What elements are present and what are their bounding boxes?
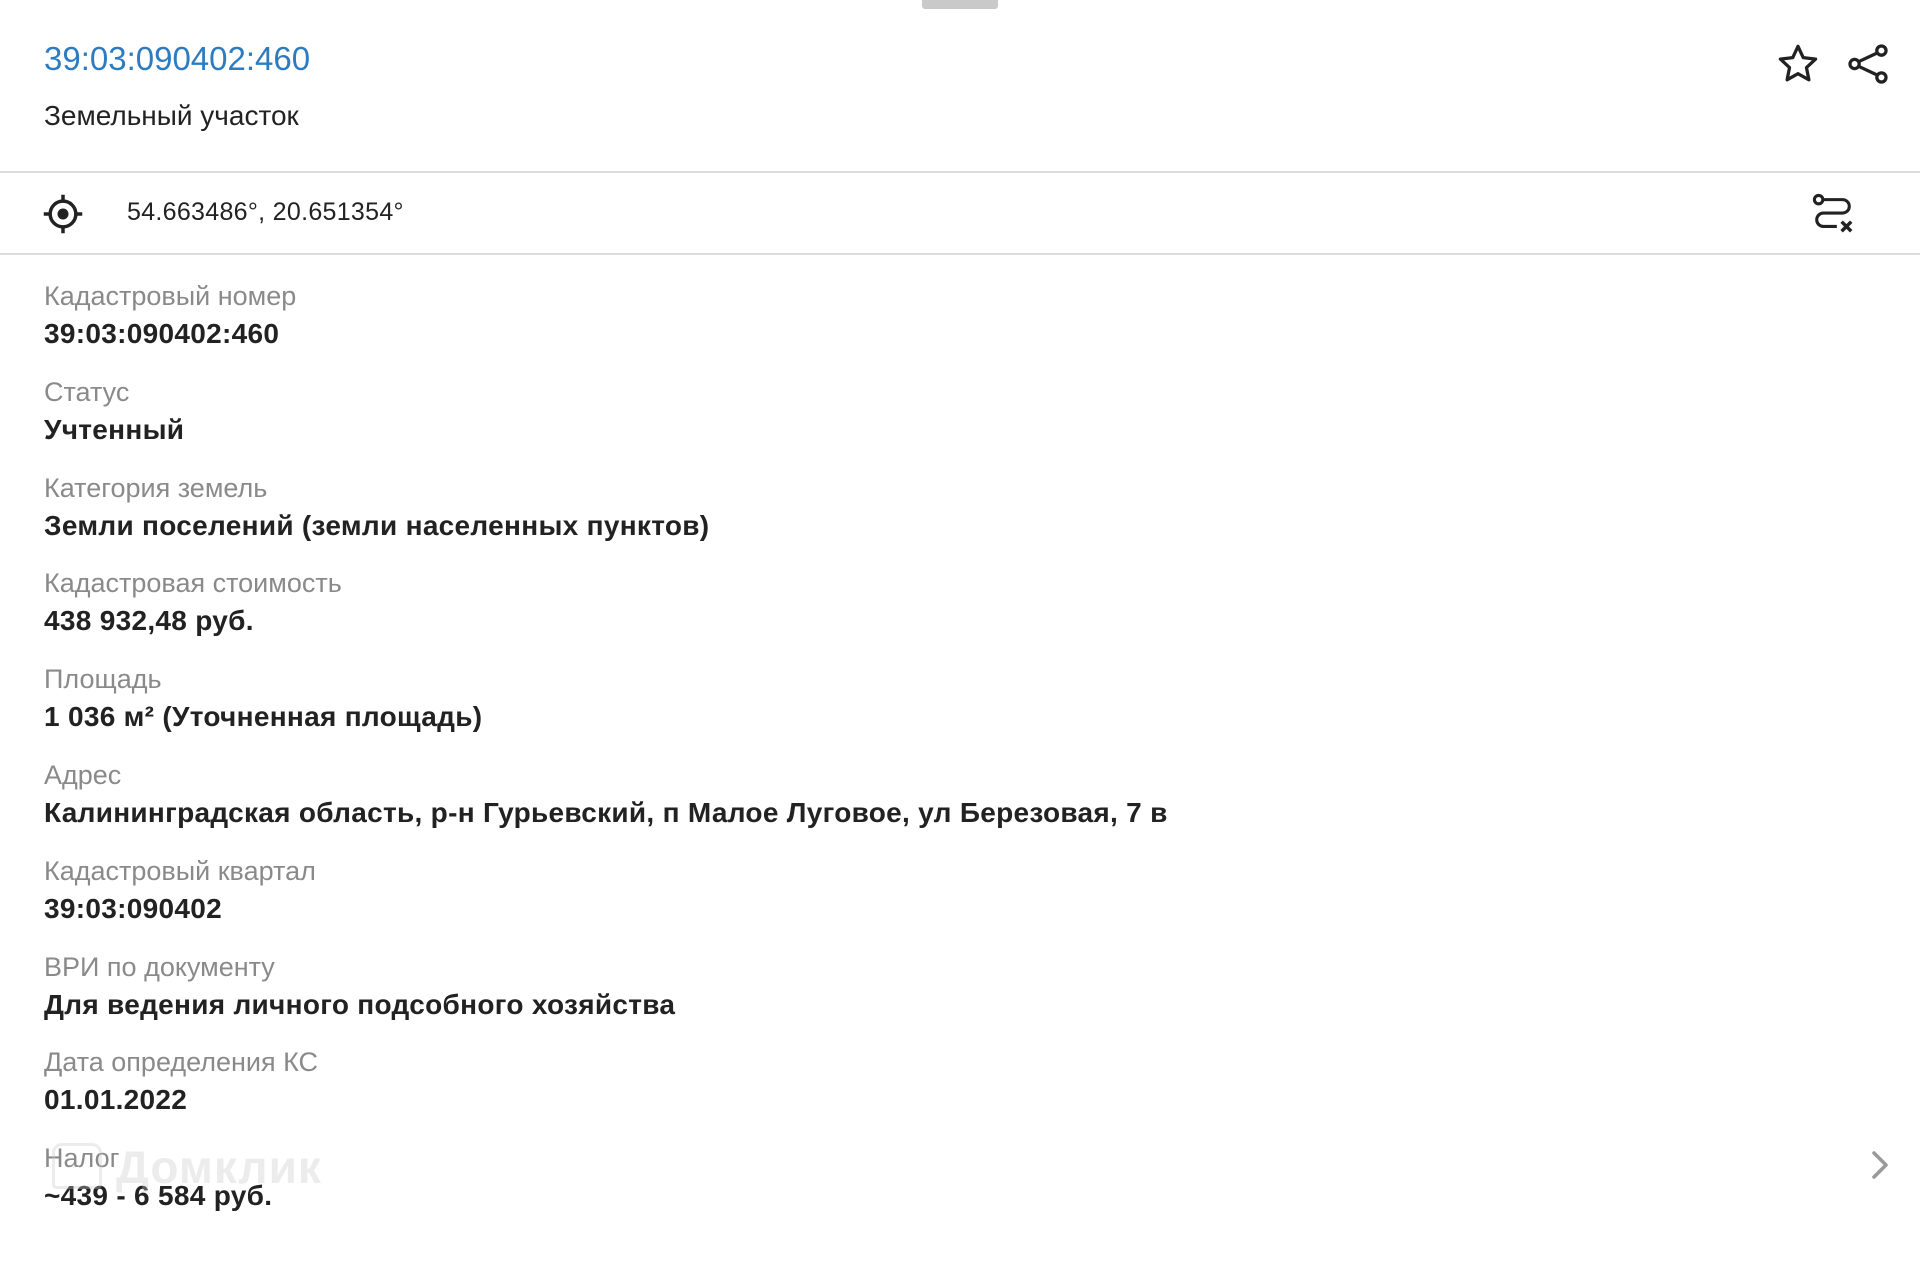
field-label: ВРИ по документу — [44, 951, 275, 982]
header: 39:03:090402:460 Земельный участок — [0, 0, 1920, 173]
star-icon — [1778, 44, 1818, 82]
field-label: Площадь — [44, 664, 162, 695]
page-title[interactable]: 39:03:090402:460 — [44, 40, 310, 78]
share-icon — [1848, 44, 1888, 84]
field-label: Кадастровый номер — [44, 281, 297, 311]
field-value: Для ведения личного подсобного хозяйства — [44, 988, 676, 1020]
field-cadastral-quarter: Кадастровый квартал 39:03:090402 — [44, 853, 1864, 949]
route-cancel-icon — [1812, 193, 1853, 233]
field-cadastral-value: Кадастровая стоимость 438 932,48 руб. — [44, 565, 1864, 661]
tax-details-button[interactable] — [1866, 1146, 1894, 1184]
field-label: Налог — [44, 1143, 120, 1174]
locate-button[interactable] — [40, 191, 86, 237]
field-value: 1 036 м² (Уточненная площадь) — [44, 701, 483, 733]
field-permitted-use: ВРИ по документу Для ведения личного под… — [44, 949, 1864, 1045]
field-value: 39:03:090402 — [44, 892, 222, 924]
object-type: Земельный участок — [44, 100, 299, 131]
field-area: Площадь 1 036 м² (Уточненная площадь) — [44, 661, 1864, 757]
field-value: ~439 - 6 584 руб. — [44, 1180, 273, 1212]
field-label: Дата определения КС — [44, 1047, 319, 1078]
route-button[interactable] — [1808, 189, 1858, 239]
field-value: Земли поселений (земли населенных пункто… — [44, 509, 710, 541]
crosshair-icon — [43, 194, 83, 234]
field-value: 438 932,48 руб. — [44, 605, 254, 637]
field-value: Учтенный — [44, 413, 185, 445]
field-label: Статус — [44, 376, 130, 407]
field-value: 01.01.2022 — [44, 1084, 188, 1116]
field-address: Адрес Калининградская область, р-н Гурье… — [44, 757, 1864, 853]
favorite-button[interactable] — [1772, 38, 1824, 90]
field-land-category: Категория земель Земли поселений (земли … — [44, 470, 1864, 566]
property-details: Кадастровый номер 39:03:090402:460 Стату… — [44, 278, 1864, 1236]
field-value: 39:03:090402:460 — [44, 318, 280, 349]
field-cadastral-number: Кадастровый номер 39:03:090402:460 — [44, 278, 1864, 374]
field-label: Кадастровая стоимость — [44, 568, 342, 599]
field-tax[interactable]: Налог ~439 - 6 584 руб. — [44, 1140, 1864, 1236]
field-label: Кадастровый квартал — [44, 855, 316, 886]
share-button[interactable] — [1842, 38, 1894, 90]
coordinates-bar: 54.663486°, 20.651354° — [0, 173, 1920, 255]
field-value: Калининградская область, р-н Гурьевский,… — [44, 796, 1168, 828]
field-label: Адрес — [44, 759, 122, 790]
field-valuation-date: Дата определения КС 01.01.2022 — [44, 1044, 1864, 1140]
field-label: Категория земель — [44, 472, 268, 503]
coordinates-text[interactable]: 54.663486°, 20.651354° — [127, 198, 404, 227]
field-status: Статус Учтенный — [44, 374, 1864, 470]
chevron-right-icon — [1872, 1151, 1888, 1179]
